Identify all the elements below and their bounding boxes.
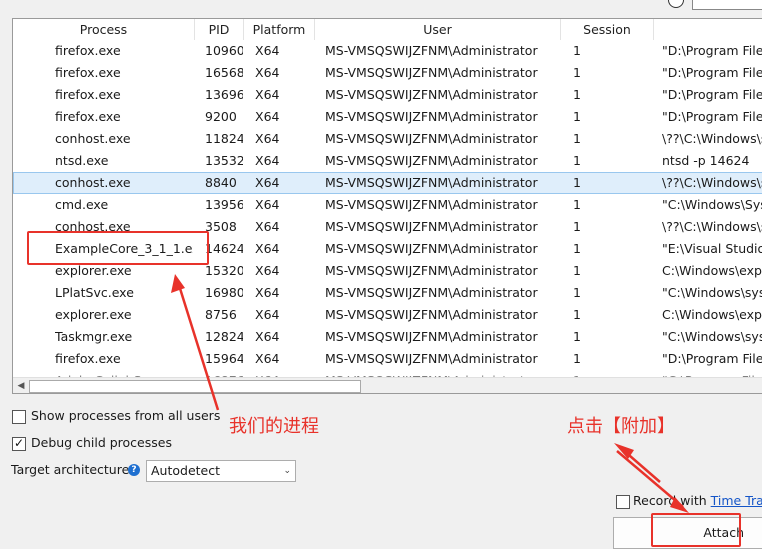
arrow-to-attach (614, 443, 689, 513)
annotation-arrows (171, 274, 689, 513)
arrow-to-process (171, 274, 220, 411)
